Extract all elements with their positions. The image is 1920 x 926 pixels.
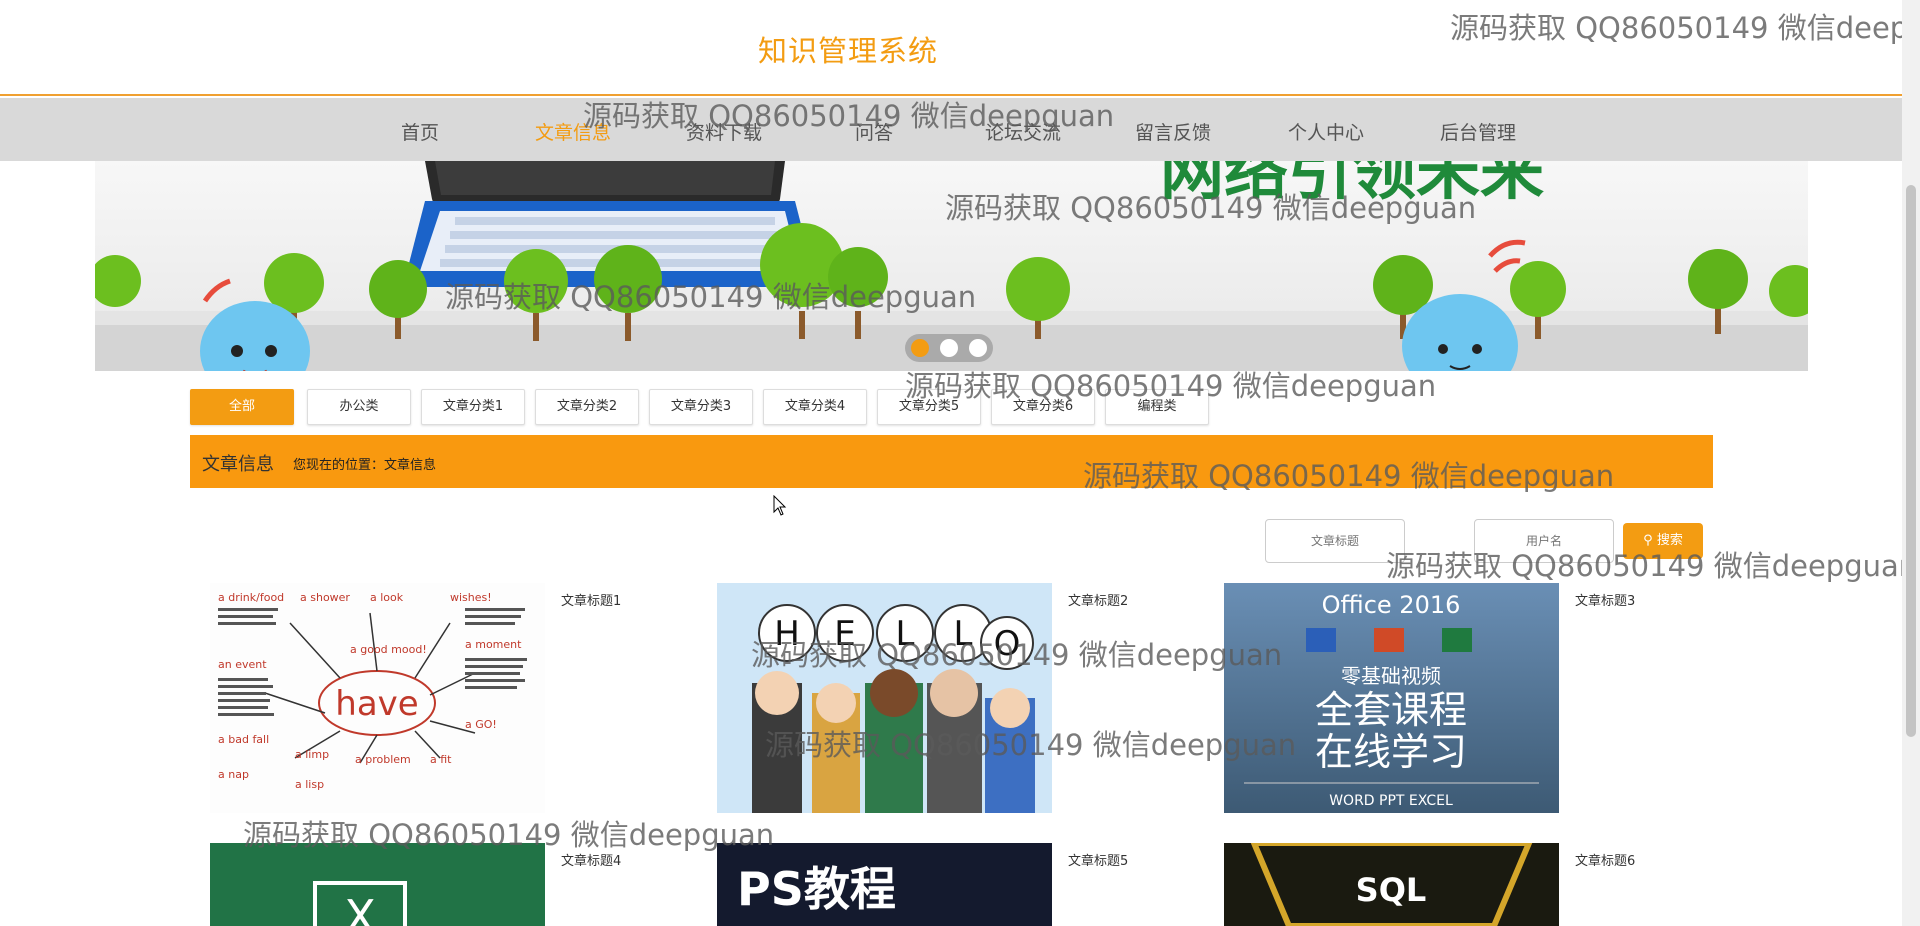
search-button[interactable]: ⚲ 搜索	[1623, 523, 1703, 559]
category-tab-3[interactable]: 文章分类3	[649, 389, 753, 425]
banner-headline: 网络引领未来	[1160, 161, 1544, 209]
article-thumbnail-2[interactable]: HELLO	[717, 583, 1052, 813]
category-tab-5[interactable]: 文章分类5	[877, 389, 981, 425]
scrollbar-thumb[interactable]	[1906, 185, 1916, 737]
svg-text:a fit: a fit	[430, 753, 452, 766]
nav-item-home[interactable]: 首页	[401, 118, 439, 145]
banner-carousel[interactable]: 网络引领未来	[95, 161, 1808, 371]
svg-text:L: L	[954, 614, 973, 654]
svg-text:a drink/food: a drink/food	[218, 591, 284, 604]
title-search-input[interactable]	[1265, 519, 1405, 563]
breadcrumb-bar: 文章信息 您现在的位置：文章信息	[190, 435, 1713, 488]
article-title-4[interactable]: 文章标题4	[561, 850, 621, 869]
svg-text:Office 2016: Office 2016	[1322, 591, 1461, 619]
svg-text:E: E	[834, 614, 855, 654]
category-tab-all[interactable]: 全部	[190, 389, 294, 425]
section-title: 文章信息	[202, 454, 274, 475]
svg-text:a limp: a limp	[295, 748, 329, 761]
svg-text:a moment: a moment	[465, 638, 522, 651]
nav-item-downloads[interactable]: 资料下载	[686, 118, 762, 145]
svg-text:全套课程: 全套课程	[1315, 688, 1467, 732]
article-title-5[interactable]: 文章标题5	[1068, 850, 1128, 869]
svg-text:X: X	[344, 890, 376, 926]
category-tab-4[interactable]: 文章分类4	[763, 389, 867, 425]
carousel-dot-1[interactable]	[911, 339, 929, 357]
svg-text:在线学习: 在线学习	[1315, 730, 1467, 774]
svg-text:a GO!: a GO!	[465, 718, 497, 731]
article-title-1[interactable]: 文章标题1	[561, 590, 621, 609]
page: 知识管理系统 首页 文章信息 资料下载 问答 论坛交流 留言反馈 个人中心 后台…	[0, 0, 1920, 926]
search-icon: ⚲	[1643, 533, 1653, 548]
article-title-3[interactable]: 文章标题3	[1575, 590, 1635, 609]
main-nav: 首页 文章信息 资料下载 问答 论坛交流 留言反馈 个人中心 后台管理	[0, 98, 1902, 161]
svg-text:a lisp: a lisp	[295, 778, 324, 791]
svg-text:SQL: SQL	[1356, 871, 1427, 909]
category-tab-6[interactable]: 文章分类6	[991, 389, 1095, 425]
article-image-1: have a drink/food a shower a look wishes! a…	[218, 591, 527, 791]
article-image-2: HELLO	[752, 604, 1035, 813]
article-thumbnail-1[interactable]: have a drink/food a shower a look wishes! a…	[210, 583, 545, 813]
svg-text:a nap: a nap	[218, 768, 249, 781]
breadcrumb: 您现在的位置：文章信息	[293, 458, 437, 473]
article-thumbnail-3[interactable]: Office 2016 零基础视频 全套课程 在线学习 WORD PPT EXC…	[1224, 583, 1559, 813]
search-button-label: 搜索	[1656, 533, 1683, 548]
carousel-dot-3[interactable]	[969, 339, 987, 357]
article-image-5: PS教程	[737, 862, 896, 916]
username-search-input[interactable]	[1474, 519, 1614, 563]
svg-text:零基础视频: 零基础视频	[1341, 664, 1441, 688]
article-thumbnail-6[interactable]: SQL	[1224, 843, 1559, 926]
article-title-2[interactable]: 文章标题2	[1068, 590, 1128, 609]
svg-text:H: H	[774, 614, 800, 654]
svg-text:a good mood!: a good mood!	[350, 643, 427, 656]
category-tab-programming[interactable]: 编程类	[1105, 389, 1209, 425]
category-tab-1[interactable]: 文章分类1	[421, 389, 525, 425]
article-image-4: X	[313, 881, 407, 926]
article-title-6[interactable]: 文章标题6	[1575, 850, 1635, 869]
carousel-dot-2[interactable]	[940, 339, 958, 357]
svg-text:O: O	[994, 624, 1021, 664]
article-image-6: SQL	[1250, 843, 1533, 926]
carousel-dots	[905, 334, 993, 362]
article-thumbnail-4[interactable]: X	[210, 843, 545, 926]
nav-item-profile[interactable]: 个人中心	[1288, 118, 1364, 145]
svg-text:a shower: a shower	[300, 591, 350, 604]
svg-text:WORD PPT EXCEL: WORD PPT EXCEL	[1329, 793, 1453, 809]
svg-text:PS教程: PS教程	[737, 862, 896, 916]
nav-item-qa[interactable]: 问答	[855, 118, 893, 145]
page-scrollbar[interactable]	[1902, 0, 1920, 926]
article-thumbnail-5[interactable]: PS教程	[717, 843, 1052, 926]
svg-text:have: have	[335, 684, 418, 724]
svg-text:a look: a look	[370, 591, 404, 604]
site-header: 知识管理系统	[0, 0, 1902, 96]
svg-text:an event: an event	[218, 658, 267, 671]
nav-item-forum[interactable]: 论坛交流	[985, 118, 1061, 145]
svg-text:a bad fall: a bad fall	[218, 733, 269, 746]
svg-text:L: L	[896, 614, 915, 654]
article-image-3: Office 2016 零基础视频 全套课程 在线学习 WORD PPT EXC…	[1244, 591, 1539, 809]
category-tab-office[interactable]: 办公类	[307, 389, 411, 425]
svg-text:a problem: a problem	[355, 753, 411, 766]
svg-text:wishes!: wishes!	[450, 591, 492, 604]
site-title[interactable]: 知识管理系统	[758, 28, 938, 70]
nav-item-articles[interactable]: 文章信息	[535, 118, 611, 145]
category-tab-2[interactable]: 文章分类2	[535, 389, 639, 425]
nav-item-feedback[interactable]: 留言反馈	[1135, 118, 1211, 145]
mouse-cursor-icon	[773, 495, 787, 516]
nav-item-admin[interactable]: 后台管理	[1440, 118, 1516, 145]
